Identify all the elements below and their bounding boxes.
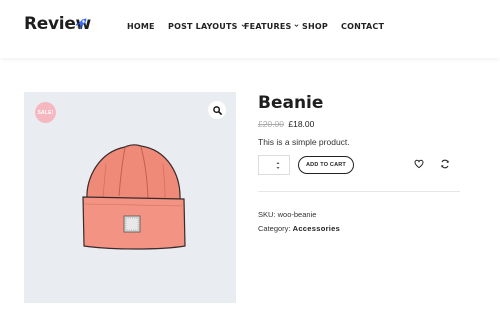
current-price: £18.00 xyxy=(288,119,315,129)
nav-item-label: FEATURES xyxy=(244,22,292,31)
product-sku: SKU: woo-beanie xyxy=(258,210,316,219)
search-icon xyxy=(212,105,222,115)
nav-item-contact[interactable]: CONTACT xyxy=(341,22,384,31)
heart-icon[interactable] xyxy=(414,159,424,169)
divider xyxy=(258,191,460,192)
category-label: Category: xyxy=(258,224,291,233)
nav-item-home[interactable]: HOME xyxy=(127,22,155,31)
zoom-button[interactable] xyxy=(208,101,226,119)
sku-value: woo-beanie xyxy=(277,210,317,219)
stepper-arrows-icon[interactable] xyxy=(276,161,280,170)
category-link[interactable]: Accessories xyxy=(293,224,341,233)
nav-item-label: HOME xyxy=(127,22,155,31)
product-category: Category: Accessories xyxy=(258,224,340,233)
rocket-icon xyxy=(75,18,87,30)
sku-label: SKU: xyxy=(258,210,276,219)
beanie-image xyxy=(82,144,186,250)
add-to-cart-button[interactable]: ADD TO CART xyxy=(298,156,354,174)
old-price: £20.00 xyxy=(258,119,284,129)
nav-item-label: CONTACT xyxy=(341,22,385,31)
product-price: £20.00 £18.00 xyxy=(258,119,314,129)
short-description: This is a simple product. xyxy=(258,137,350,147)
compare-icon[interactable] xyxy=(440,159,450,169)
quantity-stepper[interactable] xyxy=(258,155,290,175)
sale-badge: SALE! xyxy=(35,102,56,123)
nav-item-label: POST LAYOUTS xyxy=(168,22,238,31)
nav-item-label: SHOP xyxy=(302,22,328,31)
product-title: Beanie xyxy=(258,93,324,113)
nav-item-post-layouts[interactable]: POST LAYOUTS xyxy=(168,22,246,31)
nav-item-features[interactable]: FEATURES xyxy=(244,22,299,31)
chevron-down-icon xyxy=(294,24,299,27)
product-gallery[interactable]: SALE! xyxy=(24,92,236,303)
site-header: Review HOME POST LAYOUTS FEATURES SHOP C… xyxy=(0,0,500,58)
nav-item-shop[interactable]: SHOP xyxy=(302,22,328,31)
